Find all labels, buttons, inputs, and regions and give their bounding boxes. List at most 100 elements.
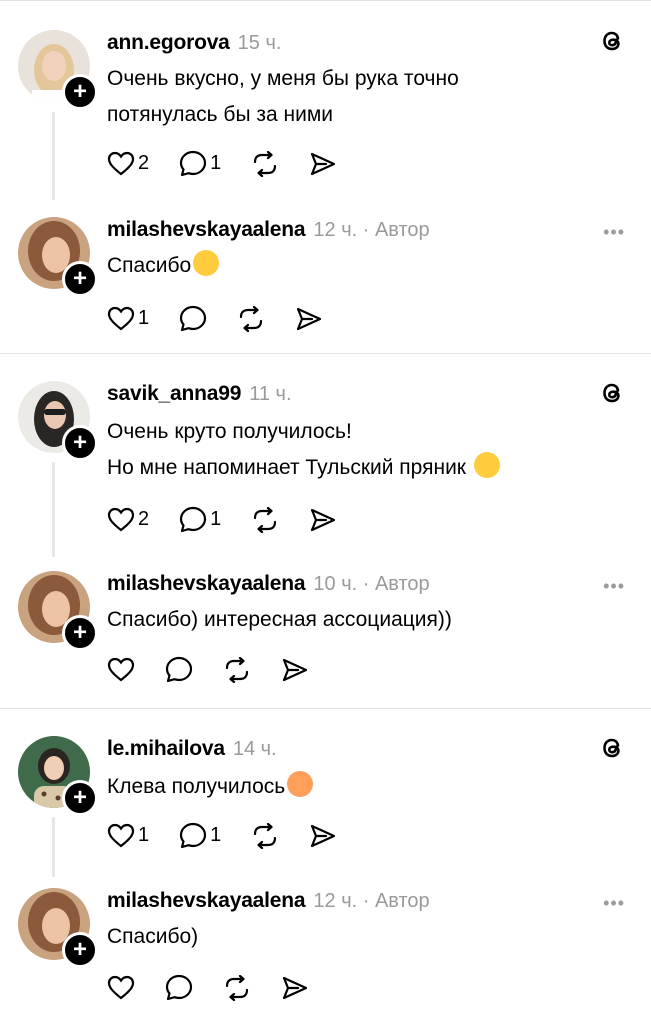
timestamp: 12 ч. · Автор — [313, 890, 430, 912]
share-button[interactable] — [295, 306, 323, 332]
share-button[interactable] — [309, 823, 337, 849]
username[interactable]: le.mihailova — [107, 737, 225, 761]
avatar[interactable]: + — [18, 30, 98, 110]
heart-icon — [107, 657, 135, 681]
heart-icon — [107, 507, 135, 531]
comment-line: потянулась бы за ними — [107, 103, 334, 126]
send-icon — [282, 658, 308, 681]
repost-button[interactable] — [251, 822, 279, 849]
comment-line: Спасибо) — [107, 925, 199, 948]
comment-bubble-icon — [180, 150, 207, 177]
comment-line: Очень круто получилось! — [107, 420, 352, 443]
comment-line: Очень вкусно, у меня бы рука точно — [107, 67, 459, 90]
avatar[interactable]: + — [18, 736, 98, 816]
follow-plus-icon[interactable]: + — [62, 615, 98, 651]
avatar[interactable]: + — [18, 571, 98, 651]
reply-button[interactable]: 1 — [179, 150, 221, 177]
reply-button[interactable] — [165, 974, 193, 1001]
action-bar — [107, 656, 339, 683]
timestamp: 10 ч. · Автор — [313, 573, 430, 595]
share-button[interactable] — [281, 657, 309, 683]
reply-button[interactable] — [179, 305, 207, 332]
timestamp: 11 ч. — [249, 383, 292, 405]
threads-logo-icon[interactable] — [597, 26, 627, 56]
username[interactable]: milashevskayaalena — [107, 218, 306, 242]
comment-text: Спасибо) интересная ассоциация)) — [107, 602, 627, 638]
username[interactable]: milashevskayaalena — [107, 572, 306, 596]
heart-icon — [107, 151, 135, 175]
more-options-icon[interactable]: ••• — [603, 222, 625, 243]
comment-line: Но мне напоминает Тульский пряник — [107, 456, 466, 479]
reply-button[interactable] — [165, 656, 193, 683]
like-button[interactable] — [107, 975, 135, 1001]
like-button[interactable]: 2 — [107, 507, 149, 533]
avatar[interactable]: + — [18, 381, 98, 461]
username[interactable]: savik_anna99 — [107, 382, 241, 406]
threads-logo-icon[interactable] — [597, 378, 627, 408]
repost-button[interactable] — [251, 150, 279, 177]
reply-button[interactable]: 1 — [179, 506, 221, 533]
heart-icon — [107, 823, 135, 847]
send-icon — [297, 307, 322, 330]
threads-logo-icon[interactable] — [597, 733, 627, 763]
share-button[interactable] — [309, 507, 337, 533]
grinning-sweat-emoji-icon — [473, 452, 500, 478]
action-bar: 2 1 — [107, 150, 367, 177]
timestamp: 15 ч. — [237, 32, 282, 54]
repost-button[interactable] — [251, 506, 279, 533]
repost-icon — [225, 974, 249, 1001]
like-count: 1 — [138, 824, 150, 846]
comment-bubble-icon — [180, 305, 207, 332]
kissing-face-emoji-icon — [193, 250, 220, 276]
follow-plus-icon[interactable]: + — [62, 261, 98, 297]
repost-icon — [254, 150, 277, 177]
action-bar: 1 1 — [107, 822, 367, 849]
top-divider — [0, 0, 651, 1]
reply-count: 1 — [210, 152, 222, 174]
like-button[interactable]: 2 — [107, 151, 149, 177]
thread-connector-line — [52, 817, 55, 877]
send-icon — [311, 152, 336, 175]
comment-bubble-icon — [165, 656, 193, 683]
comment-line: Клева получилось — [107, 775, 286, 798]
username[interactable]: ann.egorova — [107, 31, 230, 55]
action-bar: 1 — [107, 305, 353, 332]
comment-bubble-icon — [180, 506, 207, 533]
avatar[interactable]: + — [18, 217, 98, 297]
follow-plus-icon[interactable]: + — [62, 780, 98, 816]
more-options-icon[interactable]: ••• — [603, 893, 625, 914]
action-bar: 2 1 — [107, 506, 367, 533]
action-bar — [107, 974, 339, 1001]
follow-plus-icon[interactable]: + — [62, 425, 98, 461]
repost-button[interactable] — [223, 974, 251, 1001]
like-button[interactable]: 1 — [107, 823, 149, 849]
like-count: 1 — [138, 307, 150, 329]
thread-connector-line — [52, 462, 55, 557]
share-button[interactable] — [309, 151, 337, 177]
repost-button[interactable] — [223, 656, 251, 683]
send-icon — [311, 508, 336, 531]
more-options-icon[interactable]: ••• — [603, 576, 625, 597]
share-button[interactable] — [281, 975, 309, 1001]
follow-plus-icon[interactable]: + — [62, 932, 98, 968]
repost-icon — [240, 305, 263, 332]
like-button[interactable] — [107, 657, 135, 683]
like-button[interactable]: 1 — [107, 306, 149, 332]
like-count: 2 — [138, 508, 150, 530]
repost-icon — [254, 506, 277, 533]
send-icon — [311, 824, 336, 847]
comment-line: Спасибо — [107, 254, 192, 277]
comment-text: Очень вкусно, у меня бы рука точно потян… — [107, 61, 627, 133]
repost-button[interactable] — [237, 305, 265, 332]
repost-icon — [225, 656, 249, 683]
reply-button[interactable]: 1 — [179, 822, 221, 849]
follow-plus-icon[interactable]: + — [62, 74, 98, 110]
username[interactable]: milashevskayaalena — [107, 889, 306, 913]
avatar[interactable]: + — [18, 888, 98, 968]
repost-icon — [254, 822, 277, 849]
reply-count: 1 — [210, 508, 222, 530]
send-icon — [282, 976, 308, 999]
heart-icon — [107, 975, 135, 999]
comment-text: Спасибо — [107, 248, 627, 284]
reply-count: 1 — [210, 824, 222, 846]
